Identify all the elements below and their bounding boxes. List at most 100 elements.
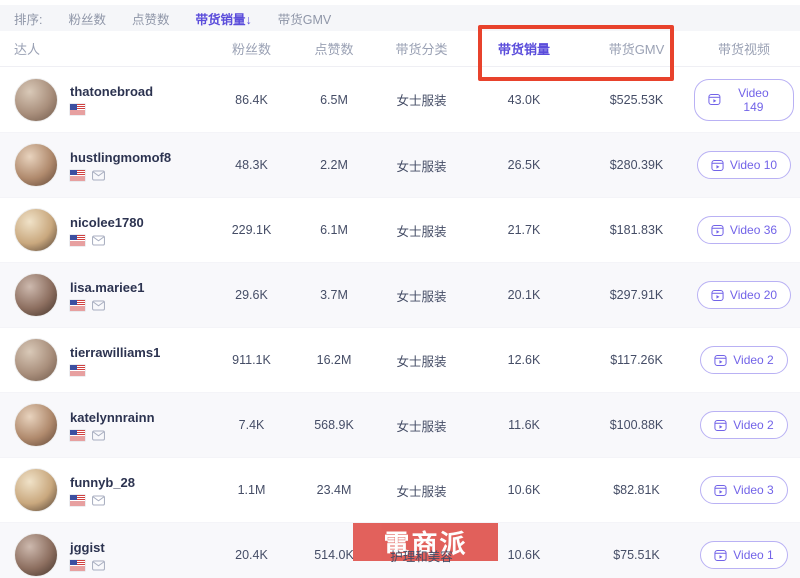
- category-value: 女士服装: [374, 481, 469, 500]
- video-button-label: Video 10: [730, 158, 777, 172]
- video-button[interactable]: Video 36: [697, 216, 791, 244]
- sort-option[interactable]: 粉丝数: [68, 9, 106, 28]
- influencer-cell: lisa.mariee1: [14, 273, 209, 317]
- category-value: 女士服装: [374, 221, 469, 240]
- sort-label: 排序:: [14, 9, 42, 28]
- followers-value: 7.4K: [209, 418, 294, 432]
- video-button[interactable]: Video 2: [700, 346, 787, 374]
- avatar[interactable]: [14, 403, 58, 447]
- column-header[interactable]: 点赞数: [294, 39, 374, 58]
- followers-value: 20.4K: [209, 548, 294, 562]
- video-button[interactable]: Video 149: [694, 79, 794, 121]
- username[interactable]: katelynnrainn: [70, 410, 155, 425]
- us-flag-icon: [70, 495, 85, 506]
- username[interactable]: jggist: [70, 540, 105, 555]
- avatar[interactable]: [14, 533, 58, 577]
- table-row[interactable]: thatonebroad 86.4K 6.5M 女士服装 43.0K $525.…: [0, 67, 800, 132]
- video-button[interactable]: Video 1: [700, 541, 787, 569]
- column-header[interactable]: 带货GMV: [579, 39, 694, 58]
- category-value: 护理和美容: [374, 546, 469, 565]
- table-row[interactable]: nicolee1780 229.1K 6.1M 女士服装 21.7K $181.…: [0, 197, 800, 262]
- column-header[interactable]: 粉丝数: [209, 39, 294, 58]
- table-row[interactable]: tierrawilliams1 911.1K 16.2M 女士服装 12.6K …: [0, 327, 800, 392]
- table-row[interactable]: jggist 20.4K 514.0K 护理和美容 10.6K $75.51K: [0, 522, 800, 578]
- likes-value: 6.1M: [294, 223, 374, 237]
- column-header[interactable]: 达人: [14, 39, 209, 58]
- category-value: 女士服装: [374, 286, 469, 305]
- sort-option[interactable]: 带货销量↓: [196, 9, 252, 28]
- email-icon[interactable]: [92, 495, 105, 506]
- column-header[interactable]: 带货分类: [374, 39, 469, 58]
- table-header-row: 达人粉丝数点赞数带货分类带货销量带货GMV带货视频: [0, 31, 800, 67]
- username[interactable]: thatonebroad: [70, 84, 153, 99]
- username[interactable]: funnyb_28: [70, 475, 135, 490]
- table-row[interactable]: funnyb_28 1.1M 23.4M 女士服装 10.6K $82.81K: [0, 457, 800, 522]
- avatar[interactable]: [14, 468, 58, 512]
- category-value: 女士服装: [374, 351, 469, 370]
- badges: [70, 365, 160, 376]
- gmv-value: $100.88K: [579, 418, 694, 432]
- gmv-value: $82.81K: [579, 483, 694, 497]
- sort-option[interactable]: 带货GMV: [278, 9, 331, 28]
- email-icon[interactable]: [92, 170, 105, 181]
- table-body: thatonebroad 86.4K 6.5M 女士服装 43.0K $525.…: [0, 67, 800, 578]
- email-icon[interactable]: [92, 235, 105, 246]
- email-icon[interactable]: [92, 300, 105, 311]
- likes-value: 23.4M: [294, 483, 374, 497]
- badges: [70, 430, 155, 441]
- email-icon[interactable]: [92, 560, 105, 571]
- video-button[interactable]: Video 10: [697, 151, 791, 179]
- video-cell: Video 2: [694, 411, 794, 439]
- video-icon: [714, 484, 727, 497]
- us-flag-icon: [70, 300, 85, 311]
- likes-value: 568.9K: [294, 418, 374, 432]
- sales-value: 26.5K: [469, 158, 579, 172]
- influencer-cell: katelynnrainn: [14, 403, 209, 447]
- gmv-value: $117.26K: [579, 353, 694, 367]
- table-row[interactable]: hustlingmomof8 48.3K 2.2M 女士服装 26.5K $28…: [0, 132, 800, 197]
- user-meta: jggist: [70, 540, 105, 571]
- video-button[interactable]: Video 3: [700, 476, 787, 504]
- email-icon[interactable]: [92, 430, 105, 441]
- us-flag-icon: [70, 430, 85, 441]
- us-flag-icon: [70, 560, 85, 571]
- user-meta: tierrawilliams1: [70, 345, 160, 376]
- gmv-value: $297.91K: [579, 288, 694, 302]
- video-cell: Video 1: [694, 541, 794, 569]
- gmv-value: $525.53K: [579, 93, 694, 107]
- avatar[interactable]: [14, 143, 58, 187]
- username[interactable]: nicolee1780: [70, 215, 144, 230]
- avatar[interactable]: [14, 78, 58, 122]
- video-cell: Video 36: [694, 216, 794, 244]
- badges: [70, 104, 153, 115]
- column-header[interactable]: 带货视频: [694, 39, 794, 58]
- table-row[interactable]: katelynnrainn 7.4K 568.9K 女士服装 11.6K $10…: [0, 392, 800, 457]
- avatar[interactable]: [14, 338, 58, 382]
- badges: [70, 560, 105, 571]
- username[interactable]: tierrawilliams1: [70, 345, 160, 360]
- avatar[interactable]: [14, 208, 58, 252]
- sales-value: 10.6K: [469, 548, 579, 562]
- video-button[interactable]: Video 2: [700, 411, 787, 439]
- followers-value: 48.3K: [209, 158, 294, 172]
- badges: [70, 495, 135, 506]
- us-flag-icon: [70, 235, 85, 246]
- video-button-label: Video 20: [730, 288, 777, 302]
- video-button-label: Video 149: [727, 86, 780, 114]
- category-value: 女士服装: [374, 416, 469, 435]
- video-icon: [714, 354, 727, 367]
- sort-option[interactable]: 点赞数: [132, 9, 170, 28]
- likes-value: 3.7M: [294, 288, 374, 302]
- username[interactable]: lisa.mariee1: [70, 280, 144, 295]
- avatar[interactable]: [14, 273, 58, 317]
- column-header[interactable]: 带货销量: [469, 39, 579, 58]
- influencer-cell: funnyb_28: [14, 468, 209, 512]
- influencer-cell: nicolee1780: [14, 208, 209, 252]
- video-icon: [711, 159, 724, 172]
- table-row[interactable]: lisa.mariee1 29.6K 3.7M 女士服装 20.1K $297.…: [0, 262, 800, 327]
- video-cell: Video 20: [694, 281, 794, 309]
- sort-options: 粉丝数 点赞数 带货销量↓ 带货GMV: [68, 9, 331, 28]
- user-meta: lisa.mariee1: [70, 280, 144, 311]
- username[interactable]: hustlingmomof8: [70, 150, 171, 165]
- video-button[interactable]: Video 20: [697, 281, 791, 309]
